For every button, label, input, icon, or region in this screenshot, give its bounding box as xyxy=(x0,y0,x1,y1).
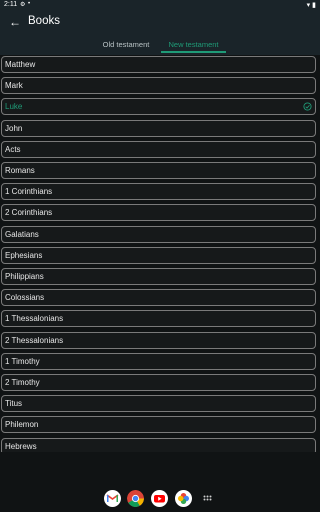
book-label: Ephesians xyxy=(5,250,43,260)
notification-dot-icon: • xyxy=(28,1,31,7)
bottom-dock xyxy=(0,452,320,512)
book-label: Luke xyxy=(5,102,23,112)
top-bar: 2:11 ⚙ • ▾ ▮ ← Books Old testament New t… xyxy=(0,0,320,55)
book-item[interactable]: Hebrews xyxy=(1,437,316,452)
book-item[interactable]: Romans xyxy=(1,162,316,179)
book-item[interactable]: 1 Corinthians xyxy=(1,183,316,201)
book-item[interactable]: Titus xyxy=(1,395,316,413)
tab-new-testament-label: New testament xyxy=(168,40,219,49)
book-item[interactable]: Mark xyxy=(1,77,316,95)
books-list: Matthew Mark Luke John Acts Romans 1 Corinthia… xyxy=(0,55,320,452)
book-label: 2 Thessalonians xyxy=(5,335,64,345)
book-label: Romans xyxy=(5,166,35,175)
youtube-icon[interactable] xyxy=(151,490,168,507)
book-label: 1 Timothy xyxy=(5,356,40,366)
book-item[interactable]: John xyxy=(1,119,316,137)
tab-indicator xyxy=(161,51,226,53)
settings-icon: ⚙ xyxy=(20,2,26,8)
chrome-icon[interactable] xyxy=(127,490,144,507)
battery-icon: ▮ xyxy=(312,2,316,9)
book-item[interactable]: Luke xyxy=(1,98,316,116)
tab-bar: Old testament New testament xyxy=(0,38,320,53)
book-item[interactable]: Philemon xyxy=(1,416,316,434)
book-label: Philippians xyxy=(5,272,44,281)
book-label: Galatians xyxy=(5,229,39,239)
gmail-icon[interactable] xyxy=(104,490,121,507)
status-bar: 2:11 ⚙ • ▾ ▮ xyxy=(0,0,320,10)
book-item[interactable]: 2 Thessalonians xyxy=(1,331,316,349)
book-label: 1 Corinthians xyxy=(5,187,53,197)
book-label: Philemon xyxy=(5,420,39,430)
book-label: 2 Corinthians xyxy=(5,208,53,218)
page-title: Books xyxy=(28,15,60,27)
book-label: Colossians xyxy=(5,293,45,303)
app-bar: ← Books xyxy=(0,10,320,34)
wifi-icon: ▾ xyxy=(306,2,311,9)
book-item[interactable]: Philippians xyxy=(1,268,316,285)
tab-old-testament[interactable]: Old testament xyxy=(93,38,159,53)
back-arrow-icon[interactable]: ← xyxy=(7,13,23,31)
photos-icon[interactable] xyxy=(175,490,192,507)
book-item[interactable]: Ephesians xyxy=(1,246,316,264)
book-label: 1 Thessalonians xyxy=(5,314,64,324)
apps-grid-icon[interactable] xyxy=(199,490,216,507)
status-time: 2:11 xyxy=(4,1,18,8)
book-item[interactable]: Matthew xyxy=(1,56,316,73)
book-label: Mark xyxy=(5,81,23,91)
book-item[interactable]: 1 Thessalonians xyxy=(1,310,316,328)
book-item[interactable]: 2 Corinthians xyxy=(1,204,316,222)
book-label: Hebrews xyxy=(5,441,37,451)
book-label: 2 Timothy xyxy=(5,378,40,387)
book-label: Matthew xyxy=(5,60,36,69)
book-label: John xyxy=(5,123,23,133)
book-item[interactable]: Acts xyxy=(1,140,316,158)
book-item[interactable]: Galatians xyxy=(1,225,316,243)
check-circle-icon xyxy=(303,102,312,111)
tab-new-testament[interactable]: New testament xyxy=(159,38,228,53)
book-item[interactable]: Colossians xyxy=(1,289,316,307)
book-item[interactable]: 2 Timothy xyxy=(1,374,316,391)
book-item[interactable]: 1 Timothy xyxy=(1,352,316,370)
book-label: Titus xyxy=(5,399,23,409)
book-label: Acts xyxy=(5,144,21,154)
